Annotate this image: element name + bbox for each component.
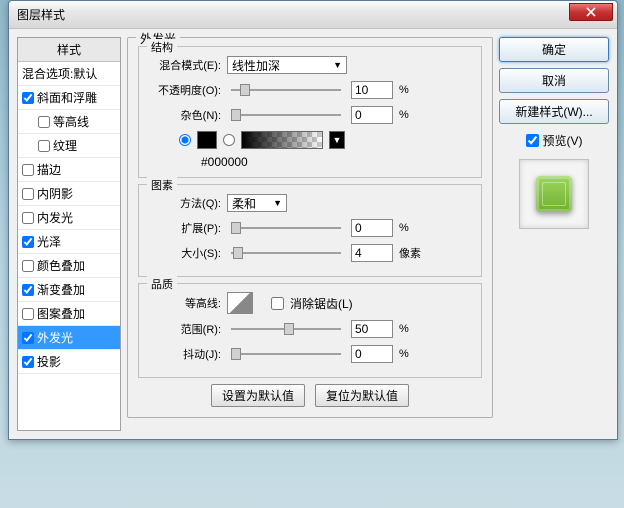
- close-button[interactable]: [569, 3, 613, 21]
- make-default-button[interactable]: 设置为默认值: [211, 384, 305, 407]
- style-row[interactable]: 外发光: [18, 326, 120, 350]
- style-row[interactable]: 颜色叠加: [18, 254, 120, 278]
- preview-thumb: [536, 176, 572, 212]
- layer-style-dialog: 图层样式 样式 混合选项:默认 斜面和浮雕等高线纹理描边内阴影内发光光泽颜色叠加…: [8, 0, 618, 440]
- style-checkbox[interactable]: [22, 164, 34, 176]
- style-row[interactable]: 图案叠加: [18, 302, 120, 326]
- color-swatch[interactable]: [197, 131, 217, 149]
- right-panel: 确定 取消 新建样式(W)... 预览(V): [499, 37, 609, 431]
- blend-mode-label: 混合模式(E):: [149, 57, 221, 73]
- close-icon: [586, 7, 596, 17]
- styles-list: 样式 混合选项:默认 斜面和浮雕等高线纹理描边内阴影内发光光泽颜色叠加渐变叠加图…: [17, 37, 121, 431]
- style-checkbox[interactable]: [22, 92, 34, 104]
- style-row[interactable]: 光泽: [18, 230, 120, 254]
- antialias-checkbox[interactable]: [271, 297, 284, 310]
- structure-group: 结构 混合模式(E): 线性加深 ▼ 不透明度(O): %: [138, 46, 482, 178]
- style-row[interactable]: 内发光: [18, 206, 120, 230]
- preview-box: [519, 159, 589, 229]
- style-checkbox[interactable]: [38, 140, 50, 152]
- reset-default-button[interactable]: 复位为默认值: [315, 384, 409, 407]
- outer-glow-group: 外发光 结构 混合模式(E): 线性加深 ▼ 不透明度(O):: [127, 37, 493, 418]
- style-row[interactable]: 斜面和浮雕: [18, 86, 120, 110]
- style-checkbox[interactable]: [22, 284, 34, 296]
- spread-slider[interactable]: [231, 227, 341, 229]
- size-input[interactable]: [351, 244, 393, 262]
- spread-input[interactable]: [351, 219, 393, 237]
- technique-combo[interactable]: 柔和 ▼: [227, 194, 287, 212]
- jitter-slider[interactable]: [231, 353, 341, 355]
- style-checkbox[interactable]: [22, 188, 34, 200]
- style-checkbox[interactable]: [22, 260, 34, 272]
- chevron-down-icon: ▼: [273, 198, 282, 208]
- titlebar[interactable]: 图层样式: [9, 1, 617, 29]
- size-slider[interactable]: [231, 252, 341, 254]
- style-label: 颜色叠加: [37, 257, 85, 274]
- blend-mode-combo[interactable]: 线性加深 ▼: [227, 56, 347, 74]
- noise-slider[interactable]: [231, 114, 341, 116]
- style-label: 内阴影: [37, 185, 73, 202]
- ok-button[interactable]: 确定: [499, 37, 609, 62]
- gradient-dropdown[interactable]: ▼: [329, 131, 345, 149]
- window-title: 图层样式: [17, 6, 65, 23]
- style-checkbox[interactable]: [22, 308, 34, 320]
- range-slider[interactable]: [231, 328, 341, 330]
- opacity-input[interactable]: [351, 81, 393, 99]
- style-row[interactable]: 等高线: [18, 110, 120, 134]
- style-label: 纹理: [53, 137, 77, 154]
- style-label: 外发光: [37, 329, 73, 346]
- gradient-radio[interactable]: [223, 134, 235, 146]
- style-label: 内发光: [37, 209, 73, 226]
- style-row[interactable]: 描边: [18, 158, 120, 182]
- style-checkbox[interactable]: [22, 236, 34, 248]
- style-label: 等高线: [53, 113, 89, 130]
- contour-picker[interactable]: [227, 292, 253, 314]
- style-label: 投影: [37, 353, 61, 370]
- style-label: 渐变叠加: [37, 281, 85, 298]
- range-input[interactable]: [351, 320, 393, 338]
- style-row[interactable]: 投影: [18, 350, 120, 374]
- style-label: 描边: [37, 161, 61, 178]
- style-label: 斜面和浮雕: [37, 89, 97, 106]
- chevron-down-icon: ▼: [333, 60, 342, 70]
- style-checkbox[interactable]: [38, 116, 50, 128]
- style-checkbox[interactable]: [22, 332, 34, 344]
- color-radio[interactable]: [179, 134, 191, 146]
- style-checkbox[interactable]: [22, 212, 34, 224]
- style-row[interactable]: 纹理: [18, 134, 120, 158]
- style-row[interactable]: 内阴影: [18, 182, 120, 206]
- new-style-button[interactable]: 新建样式(W)...: [499, 99, 609, 124]
- elements-group: 图素 方法(Q): 柔和 ▼ 扩展(P): %: [138, 184, 482, 277]
- jitter-input[interactable]: [351, 345, 393, 363]
- style-label: 图案叠加: [37, 305, 85, 322]
- noise-input[interactable]: [351, 106, 393, 124]
- cancel-button[interactable]: 取消: [499, 68, 609, 93]
- styles-header: 样式: [18, 38, 120, 62]
- main-panel: 外发光 结构 混合模式(E): 线性加深 ▼ 不透明度(O):: [127, 37, 493, 431]
- gradient-swatch[interactable]: [241, 131, 323, 149]
- style-row[interactable]: 渐变叠加: [18, 278, 120, 302]
- preview-checkbox[interactable]: [526, 134, 539, 147]
- opacity-slider[interactable]: [231, 89, 341, 91]
- blend-options-row[interactable]: 混合选项:默认: [18, 62, 120, 86]
- quality-group: 品质 等高线: 消除锯齿(L) 范围(R): %: [138, 283, 482, 378]
- hex-value: #000000: [201, 155, 471, 169]
- style-label: 光泽: [37, 233, 61, 250]
- style-checkbox[interactable]: [22, 356, 34, 368]
